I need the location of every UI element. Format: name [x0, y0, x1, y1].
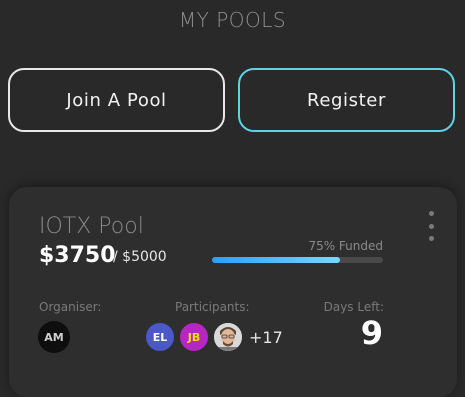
days-left-label: Days Left: [323, 300, 384, 314]
organiser-label: Organiser: [39, 300, 102, 314]
participant-avatar-el[interactable]: EL [144, 321, 176, 353]
funding-progress-bar [212, 257, 383, 263]
join-pool-button[interactable]: Join A Pool [8, 68, 225, 132]
pool-name: IOTX Pool [39, 214, 144, 239]
funded-percentage: 75% Funded [308, 239, 383, 253]
participants-label: Participants: [175, 300, 250, 314]
funding-progress-fill [212, 257, 341, 263]
register-button[interactable]: Register [238, 68, 455, 132]
pool-goal-amount: / $5000 [113, 249, 167, 265]
pool-raised-amount: $3750 [39, 243, 116, 268]
organiser-avatar[interactable]: AM [38, 321, 70, 353]
pool-card[interactable]: IOTX Pool $3750 / $5000 75% Funded Organ… [9, 187, 457, 397]
participant-avatar-jb[interactable]: JB [178, 321, 210, 353]
user-photo-icon [214, 323, 242, 351]
page-title: MY POOLS [178, 8, 287, 32]
participant-photo-avatar[interactable] [212, 321, 244, 353]
more-options-icon[interactable] [424, 211, 438, 241]
extra-participants-count: +17 [249, 328, 283, 347]
days-left-value: 9 [360, 314, 383, 352]
